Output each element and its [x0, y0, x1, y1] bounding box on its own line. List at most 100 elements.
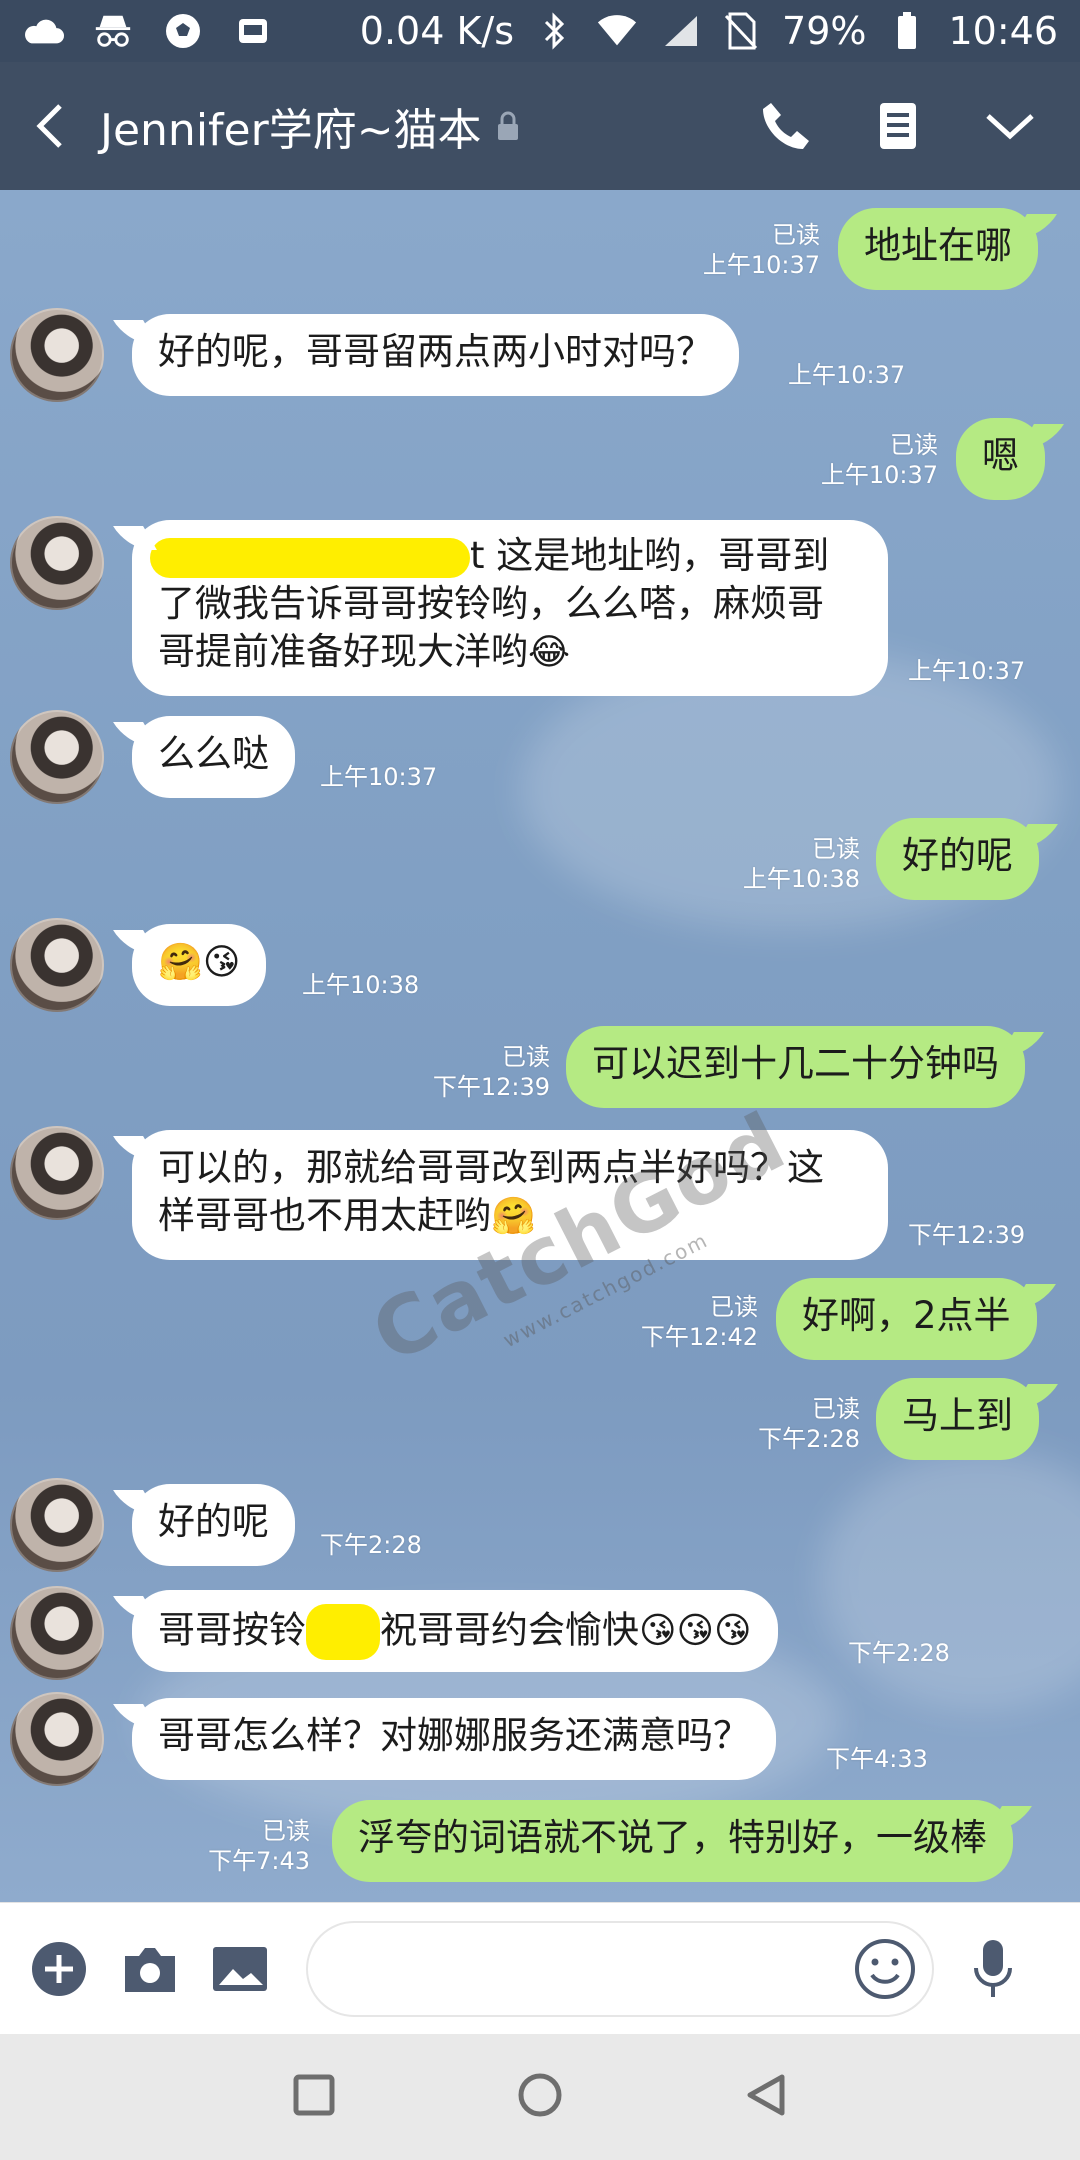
- message-input[interactable]: [305, 1920, 934, 2017]
- message-text: 么么哒: [158, 732, 269, 775]
- add-button[interactable]: [28, 1933, 91, 2005]
- menu-toggle-button[interactable]: [974, 90, 1046, 162]
- incognito-icon: [92, 10, 134, 52]
- triangle-back-icon: [747, 2074, 785, 2116]
- message-time: 上午10:38: [742, 865, 860, 893]
- avatar[interactable]: [10, 516, 104, 610]
- message-text: 哥哥按铃: [158, 1608, 306, 1652]
- circle-icon: [518, 2073, 562, 2117]
- lock-icon: [496, 110, 520, 142]
- avatar[interactable]: [10, 308, 104, 402]
- message-text: 可以迟到十几二十分钟吗: [592, 1042, 999, 1085]
- no-sim-icon: [720, 10, 762, 52]
- mail-icon: [232, 10, 274, 52]
- message-bubble[interactable]: 马上到: [876, 1378, 1039, 1460]
- avatar[interactable]: [10, 1126, 104, 1220]
- emoji-button[interactable]: [854, 1938, 916, 2000]
- message-time: 下午12:39: [432, 1073, 550, 1101]
- message-time: 下午12:39: [908, 1221, 1026, 1249]
- notes-icon: [880, 103, 916, 149]
- read-receipt: 已读: [262, 1817, 310, 1845]
- read-receipt: 已读: [710, 1293, 758, 1321]
- message-text: 嗯: [982, 434, 1019, 477]
- system-nav-bar: [0, 2034, 1080, 2160]
- signal-icon: [658, 10, 700, 52]
- avatar[interactable]: [10, 1478, 104, 1572]
- message-time: 下午2:28: [320, 1531, 422, 1559]
- message-time: 上午10:37: [702, 251, 820, 279]
- avatar[interactable]: [10, 710, 104, 804]
- soccer-ball-icon: [162, 10, 204, 52]
- message-text: 马上到: [902, 1394, 1013, 1437]
- battery-icon: [886, 10, 928, 52]
- avatar[interactable]: [10, 1586, 104, 1680]
- back-nav-button[interactable]: [744, 2071, 788, 2123]
- image-icon: [213, 1946, 268, 1991]
- emoji: 😂: [528, 632, 571, 673]
- message-bubble[interactable]: 🤗😘: [132, 924, 267, 1006]
- camera-icon: [124, 1947, 175, 1992]
- message-bubble[interactable]: 地址在哪: [838, 208, 1038, 290]
- home-button[interactable]: [516, 2071, 564, 2123]
- phone-icon: [763, 103, 809, 149]
- message-time: 上午10:37: [320, 763, 438, 791]
- back-button[interactable]: [0, 62, 100, 190]
- message-bubble[interactable]: 嗯: [956, 418, 1045, 500]
- message-text: 了微我告诉哥哥按铃哟，么么嗒，麻烦哥: [158, 582, 824, 625]
- chevron-left-icon: [36, 104, 62, 148]
- chat-header: Jennifer学府~猫本: [0, 62, 1080, 190]
- message-text: 哥提前准备好现大洋哟: [158, 630, 528, 673]
- message-time: 下午2:28: [848, 1639, 950, 1667]
- redaction-mark: [150, 537, 470, 578]
- message-bubble[interactable]: 哥哥按铃 祝哥哥约会愉快😘😘😘: [132, 1590, 778, 1672]
- plus-circle-icon: [32, 1941, 87, 1996]
- call-button[interactable]: [750, 90, 822, 162]
- square-icon: [293, 2074, 335, 2116]
- message-bubble[interactable]: 可以迟到十几二十分钟吗: [566, 1026, 1025, 1108]
- message-text: t 这是地址哟，哥哥到: [470, 534, 830, 577]
- message-bubble[interactable]: 好的呢: [876, 818, 1039, 900]
- message-text: 好的呢，哥哥留两点两小时对吗？: [158, 330, 713, 373]
- emoji: 🤗😘: [158, 942, 241, 983]
- message-meta: 已读 下午7:43: [150, 1816, 310, 1876]
- message-bubble[interactable]: 哥哥怎么样？对娜娜服务还满意吗？: [132, 1698, 776, 1780]
- message-meta: 已读 上午10:37: [778, 430, 938, 490]
- message-meta: 已读 上午10:38: [700, 834, 860, 894]
- redaction-mark: [306, 1604, 380, 1660]
- avatar[interactable]: [10, 918, 104, 1012]
- chat-title: Jennifer学府~猫本: [100, 105, 482, 156]
- wifi-icon: [596, 10, 638, 52]
- message-time: 上午10:37: [788, 361, 906, 389]
- message-bubble[interactable]: 好的呢: [132, 1484, 295, 1566]
- message-time: 下午7:43: [208, 1847, 310, 1875]
- voice-button[interactable]: [962, 1933, 1025, 2005]
- message-time: 下午2:28: [758, 1425, 860, 1453]
- chat-area[interactable]: 已读 上午10:37 地址在哪 好的呢，哥哥留两点两小时对吗？ 上午10:37 …: [0, 190, 1080, 1902]
- emoji: 😘😘😘: [639, 1610, 752, 1652]
- message-bubble[interactable]: 么么哒: [132, 716, 295, 798]
- message-text: 祝哥哥约会愉快: [380, 1608, 639, 1652]
- message-text: 好的呢: [902, 834, 1013, 877]
- read-receipt: 已读: [890, 431, 938, 459]
- message-bubble[interactable]: t 这是地址哟，哥哥到 了微我告诉哥哥按铃哟，么么嗒，麻烦哥 哥提前准备好现大洋…: [132, 520, 888, 696]
- avatar[interactable]: [10, 1692, 104, 1786]
- recents-button[interactable]: [292, 2073, 336, 2121]
- message-text: 好啊，2点半: [802, 1294, 1011, 1337]
- notes-button[interactable]: [862, 90, 934, 162]
- read-receipt: 已读: [812, 1395, 860, 1423]
- message-bubble[interactable]: 好的呢，哥哥留两点两小时对吗？: [132, 314, 739, 396]
- gallery-button[interactable]: [209, 1933, 272, 2005]
- message-text: 哥哥怎么样？对娜娜服务还满意吗？: [158, 1714, 750, 1757]
- message-text: 样哥哥也不用太赶哟: [158, 1194, 491, 1237]
- message-time: 下午12:42: [640, 1323, 758, 1351]
- read-receipt: 已读: [812, 835, 860, 863]
- message-meta: 已读 下午12:39: [390, 1042, 550, 1102]
- message-text: 浮夸的词语就不说了，特别好，一级棒: [358, 1816, 987, 1859]
- message-meta: 已读 下午2:28: [700, 1394, 860, 1454]
- message-bubble[interactable]: 好啊，2点半: [776, 1278, 1037, 1360]
- message-text: 好的呢: [158, 1500, 269, 1543]
- camera-button[interactable]: [119, 1933, 182, 2005]
- read-receipt: 已读: [772, 221, 820, 249]
- message-bubble[interactable]: 浮夸的词语就不说了，特别好，一级棒: [332, 1800, 1013, 1882]
- battery-percent: 79%: [782, 9, 867, 53]
